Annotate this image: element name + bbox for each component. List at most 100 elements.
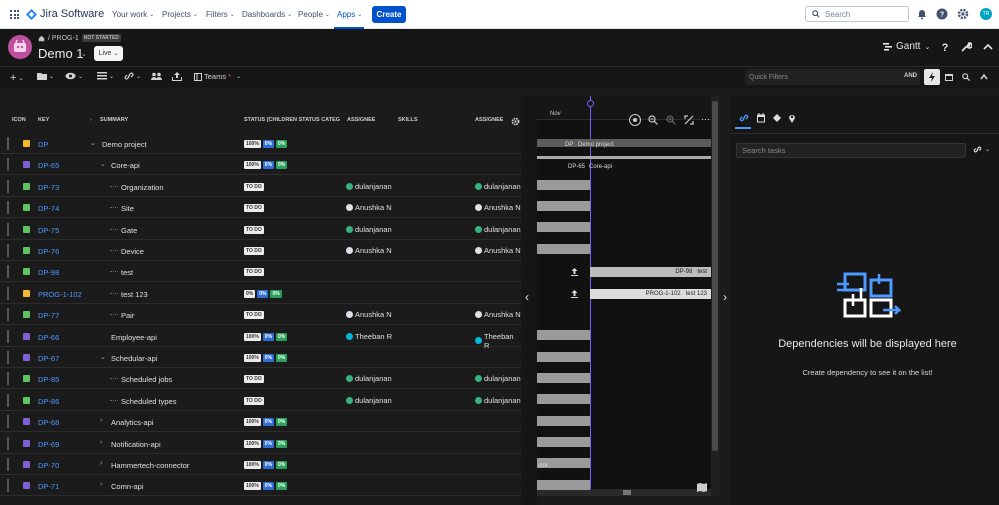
gantt-bar-summary[interactable] <box>537 156 711 159</box>
issue-summary[interactable]: Organization <box>121 183 164 192</box>
search-input[interactable]: Search <box>805 6 909 22</box>
issue-key[interactable]: DP-75 <box>38 226 59 235</box>
gantt-bar[interactable] <box>537 330 590 340</box>
filter-and-label[interactable]: AND <box>904 73 917 79</box>
issue-summary[interactable]: Pair <box>121 311 134 320</box>
people-button[interactable] <box>151 72 162 80</box>
col-expand-chevron-icon[interactable]: › <box>90 117 92 123</box>
menu-filters[interactable]: Filters ⌄ <box>206 10 235 19</box>
table-row[interactable]: DP-68 › Analytics-api 100% 0% 0% <box>0 411 521 433</box>
assignee-cell[interactable]: dulanjanan <box>475 225 521 234</box>
table-row[interactable]: DP-67 ⌄ Schedular-api 100% 0% 0% <box>0 347 521 368</box>
issue-key[interactable]: DP-76 <box>38 247 59 256</box>
collapse-up-icon[interactable] <box>982 41 994 53</box>
issue-key[interactable]: DP-67 <box>38 354 59 363</box>
row-drag-handle[interactable] <box>7 265 9 279</box>
issue-summary[interactable]: Gate <box>121 226 137 235</box>
issue-key[interactable]: DP-66 <box>38 333 59 342</box>
columns-dropdown[interactable]: ⌄ <box>97 72 114 80</box>
gantt-bar-prog-102[interactable]: PROG-1-102 test 123 <box>590 289 711 299</box>
menu-your-work[interactable]: Your work ⌄ <box>112 10 154 19</box>
assignee-cell[interactable]: Anushka N <box>346 310 392 319</box>
user-avatar[interactable]: TR <box>980 8 992 20</box>
upload-arrow-icon[interactable] <box>571 268 578 276</box>
assignee-cell[interactable]: dulanjanan <box>475 396 521 405</box>
calendar-icon[interactable] <box>945 73 953 81</box>
expand-chevron-icon[interactable]: › <box>100 481 102 488</box>
table-row[interactable]: PROG-1-102 test 123 0% 0% 0% <box>0 283 521 304</box>
fullscreen-icon[interactable] <box>684 115 694 125</box>
assignee-cell[interactable]: Anushka N <box>475 203 521 212</box>
issue-key[interactable]: DP-73 <box>38 183 59 192</box>
settings-gear-icon[interactable] <box>957 8 969 20</box>
gantt-bar[interactable] <box>537 352 590 362</box>
table-row[interactable]: DP-76 Device TO DO Anushka N Anushka N <box>0 240 521 261</box>
table-row[interactable]: DP-73 Organization TO DO dulanjanan dulanjan… <box>0 176 521 197</box>
assignee-cell[interactable]: dulanjanan <box>346 374 392 383</box>
zoom-in-icon[interactable] <box>666 115 676 125</box>
gantt-bar[interactable] <box>537 373 590 383</box>
gantt-bar[interactable] <box>537 222 590 232</box>
issue-key[interactable]: DP-69 <box>38 440 59 449</box>
row-drag-handle[interactable] <box>7 201 9 215</box>
table-row[interactable]: DP-69 › Notification-api 100% 0% 0% <box>0 433 521 454</box>
project-avatar[interactable] <box>8 35 32 59</box>
menu-projects[interactable]: Projects ⌄ <box>162 10 198 19</box>
row-drag-handle[interactable] <box>7 286 9 300</box>
breadcrumb-project[interactable]: / PROG-1 <box>48 35 79 42</box>
gantt-bar[interactable] <box>537 437 590 447</box>
wrench-icon[interactable] <box>960 41 972 53</box>
tab-milestone-diamond-icon[interactable] <box>772 113 782 123</box>
collapse-left-chevron-icon[interactable]: ‹ <box>525 290 529 304</box>
col-assignee[interactable]: ASSIGNEE <box>347 117 375 123</box>
table-row[interactable]: DP-71 › Comn-api 100% 0% 0% <box>0 475 521 497</box>
issue-summary[interactable]: Comn-api <box>111 482 144 491</box>
more-options-icon[interactable]: ⋯ <box>701 114 710 125</box>
expand-chevron-icon[interactable]: › <box>100 417 102 424</box>
expand-chevron-icon[interactable]: › <box>100 439 102 446</box>
issue-summary[interactable]: Schedular-api <box>111 354 157 363</box>
issue-key[interactable]: DP-85 <box>38 375 59 384</box>
table-row[interactable]: DP-70 › Hammertech-connector 100% 0% 0% <box>0 454 521 475</box>
row-drag-handle[interactable] <box>7 415 9 429</box>
row-drag-handle[interactable] <box>7 351 9 364</box>
table-row[interactable]: DP-86 Scheduled types TO DO dulanjanan dulan… <box>0 390 521 411</box>
table-row[interactable]: DP-66 Employee-api 100% 0% 0% Theeban R Theeba… <box>0 326 521 350</box>
table-row[interactable]: DP-77 Pair TO DO Anushka N Anushka N <box>0 304 521 326</box>
issue-key[interactable]: DP-98 <box>38 268 59 277</box>
gantt-bar[interactable] <box>537 180 590 190</box>
row-drag-handle[interactable] <box>7 458 9 471</box>
row-drag-handle[interactable] <box>7 436 9 450</box>
assignee-cell[interactable]: dulanjanan <box>475 182 521 191</box>
assignee-cell[interactable]: dulanjanan <box>346 182 392 191</box>
assignee-cell[interactable]: Anushka N <box>346 246 392 255</box>
task-search-input[interactable]: Search tasks <box>736 143 966 158</box>
view-options-dropdown[interactable]: ⌄ <box>65 72 83 80</box>
assignee-cell[interactable]: Anushka N <box>475 246 521 255</box>
issue-key[interactable]: DP-77 <box>38 311 59 320</box>
col-icon[interactable]: ICON <box>12 117 26 123</box>
horizontal-scroll-thumb[interactable] <box>623 490 631 495</box>
help-question-icon[interactable]: ? <box>939 41 951 53</box>
today-marker[interactable] <box>587 100 594 107</box>
gantt-bar[interactable] <box>537 416 590 426</box>
issue-key[interactable]: DP-65 <box>38 161 59 170</box>
col-summary[interactable]: SUMMARY <box>100 117 128 123</box>
issue-summary[interactable]: Scheduled types <box>121 397 176 406</box>
view-selector[interactable]: Gantt ⌄ <box>883 41 930 52</box>
table-row[interactable]: DP-85 Scheduled jobs TO DO dulanjanan dulanj… <box>0 368 521 390</box>
issue-key[interactable]: DP-86 <box>38 397 59 406</box>
issue-key[interactable]: DP <box>38 140 48 149</box>
issue-summary[interactable]: Employee-api <box>111 333 157 342</box>
create-button[interactable]: Create <box>372 6 406 23</box>
column-settings-gear-icon[interactable] <box>511 117 520 126</box>
col-assignee-2[interactable]: ASSIGNEE <box>475 117 503 123</box>
zoom-out-icon[interactable] <box>648 115 658 125</box>
row-drag-handle[interactable] <box>7 244 9 257</box>
issue-summary[interactable]: test 123 <box>121 290 148 299</box>
export-button[interactable] <box>172 72 182 81</box>
row-drag-handle[interactable] <box>7 179 9 193</box>
issue-summary[interactable]: Analytics-api <box>111 418 154 427</box>
issue-summary[interactable]: Core-api <box>111 161 140 170</box>
issue-key[interactable]: DP-74 <box>38 204 59 213</box>
